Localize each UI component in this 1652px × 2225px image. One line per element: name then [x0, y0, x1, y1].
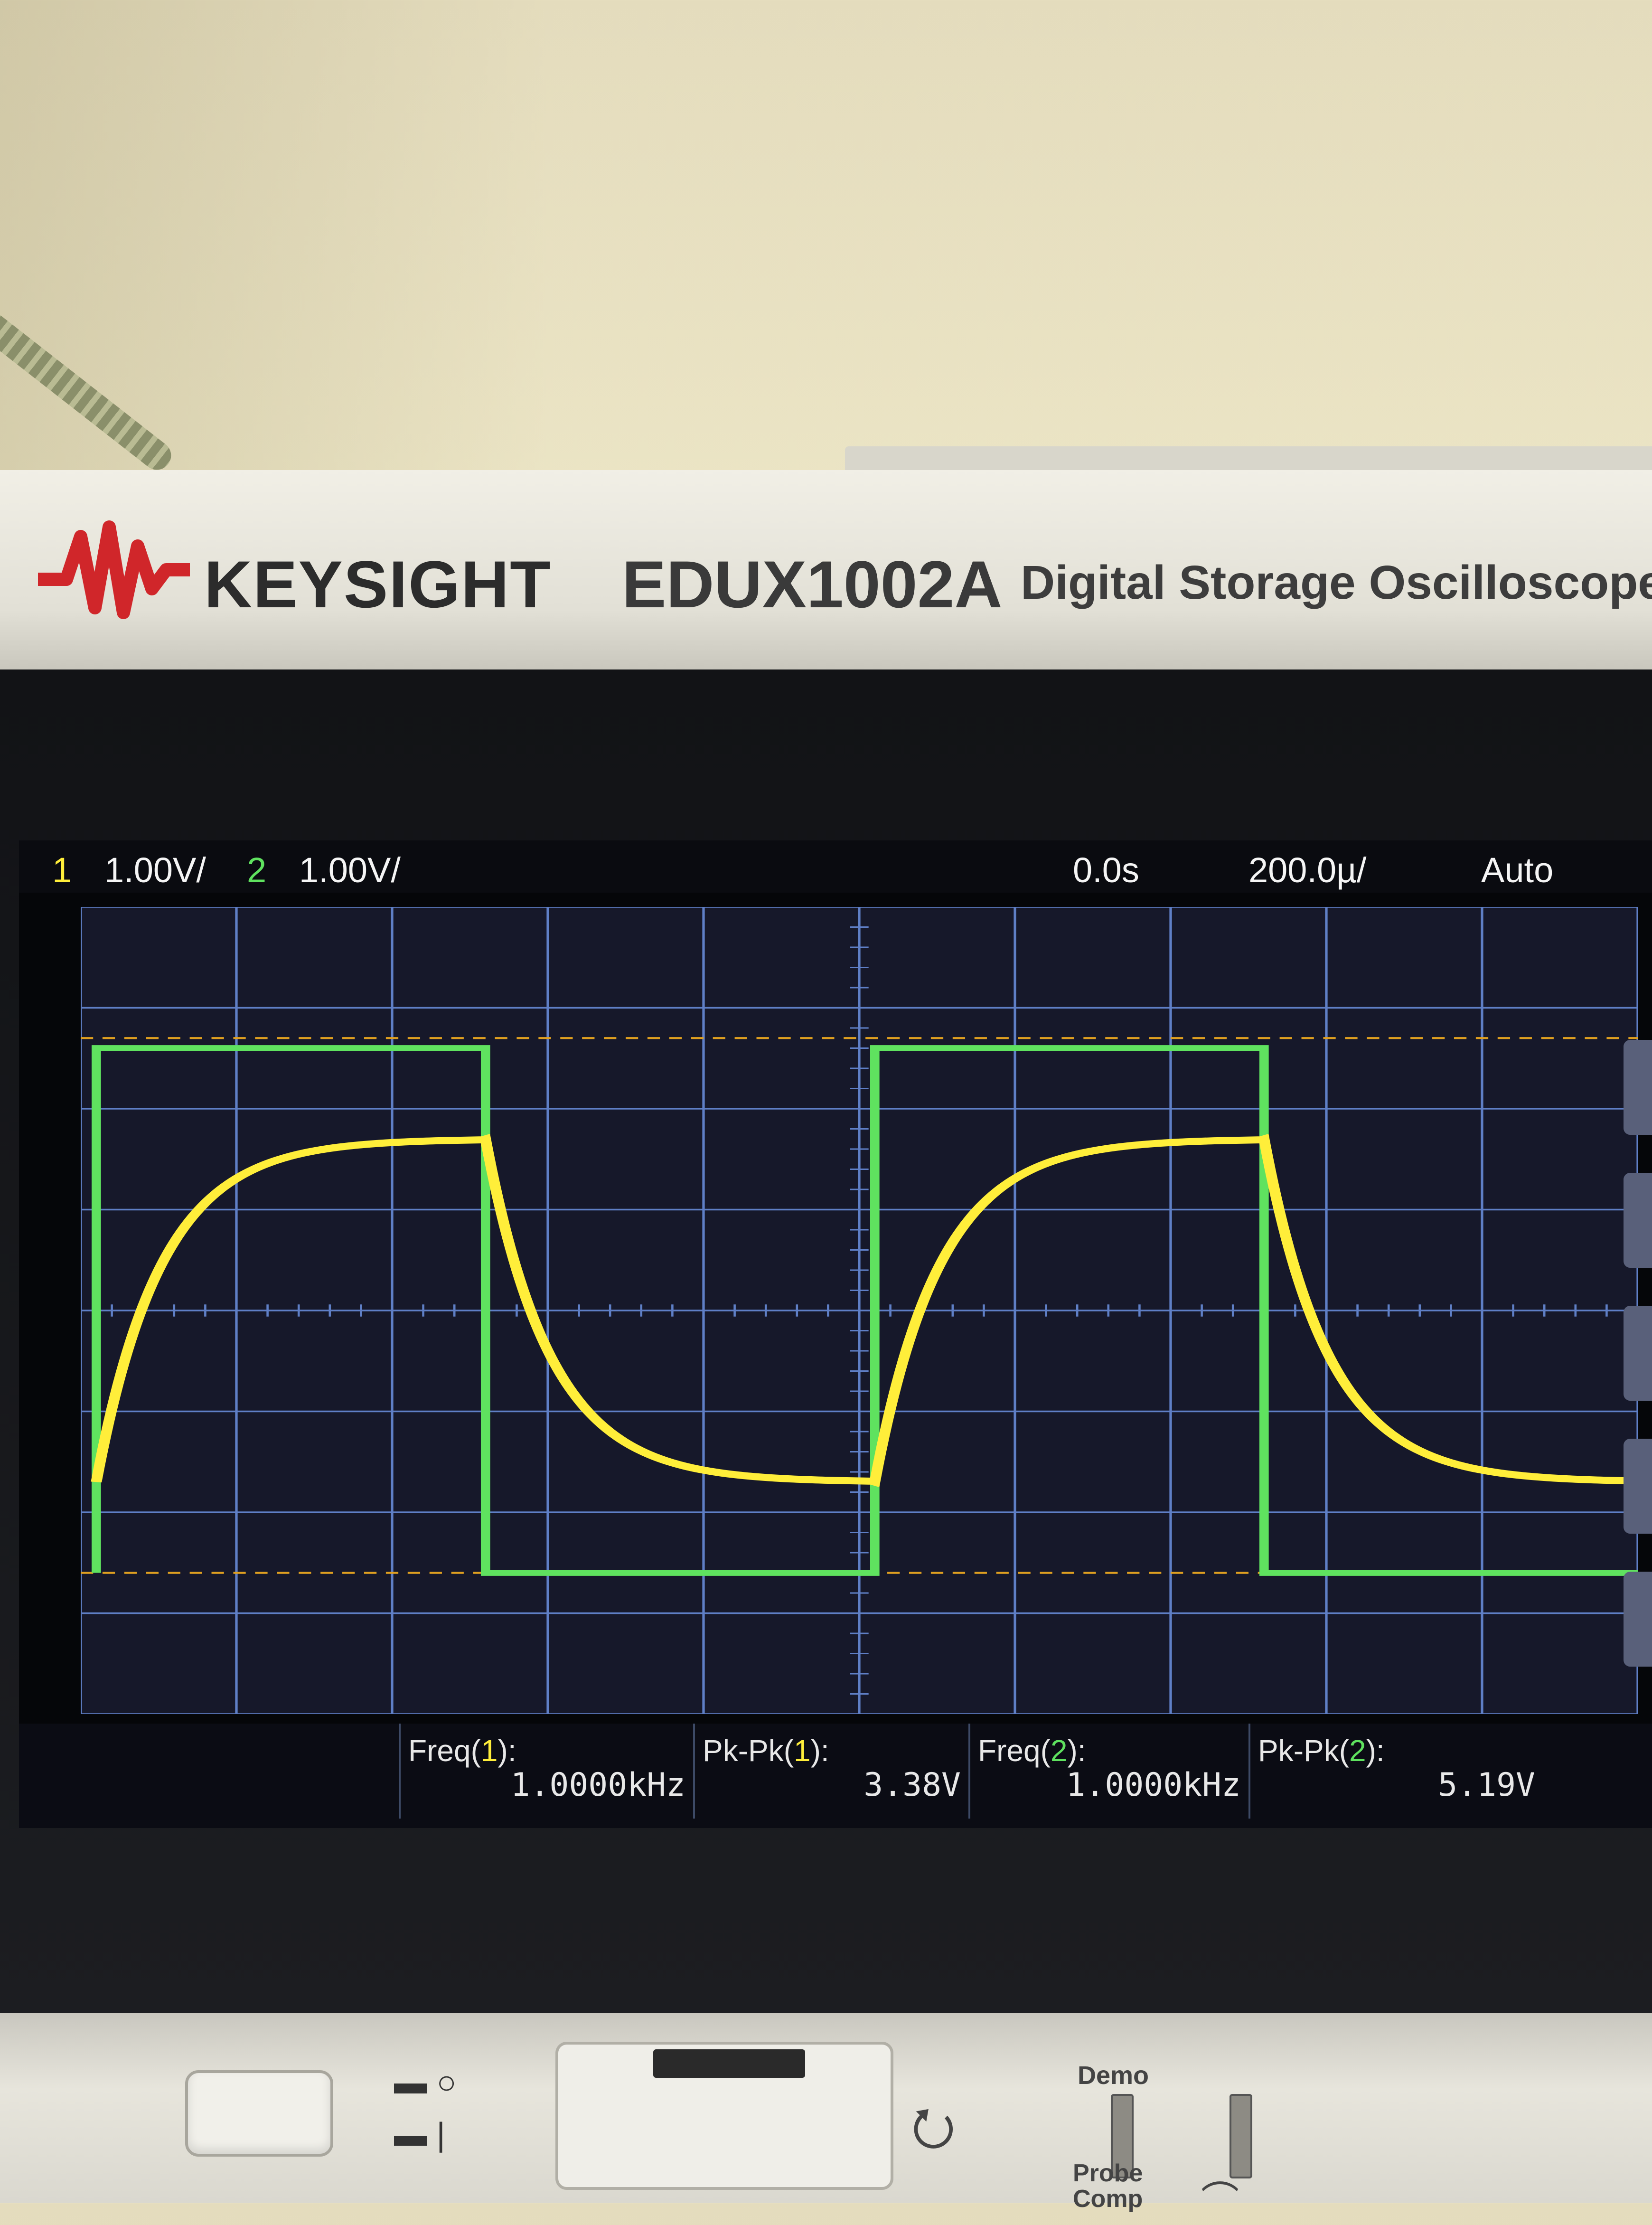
time-offset[interactable]: 0.0s — [1073, 850, 1139, 890]
meas-channel: 1 — [480, 1734, 498, 1768]
softkey-1[interactable] — [1624, 1040, 1652, 1135]
meas-label-end: ): — [1366, 1734, 1385, 1768]
meas-label: Pk-Pk( — [1258, 1734, 1349, 1768]
status-bar: 1 1.00V/ 2 1.00V/ 0.0s 200.0µ/ Auto — [19, 840, 1652, 893]
meas-freq-1[interactable]: Freq(1): 1.0000kHz — [399, 1724, 695, 1819]
ch2-scale[interactable]: 1.00V/ — [299, 850, 401, 890]
softkey-2[interactable] — [1624, 1173, 1652, 1268]
meas-pkpk-1[interactable]: Pk-Pk(1): 3.38V — [693, 1724, 970, 1819]
brand-name: KEYSIGHT — [204, 547, 552, 622]
softkey-3[interactable] — [1624, 1306, 1652, 1401]
meas-value: 1.0000kHz — [1066, 1766, 1241, 1804]
waveform-graticule — [81, 907, 1638, 1714]
meas-channel: 2 — [1050, 1734, 1068, 1768]
front-panel: ▬ ○ ▬ | ⭮ Demo Probe Comp ⌒ — [0, 2013, 1652, 2222]
power-standby-icon: ▬ ○ — [394, 2064, 457, 2101]
oscilloscope: KEYSIGHT EDUX1002A Digital Storage Oscil… — [0, 470, 1652, 2222]
keysight-wave-logo — [38, 520, 190, 619]
trigger-mode[interactable]: Auto — [1481, 850, 1553, 890]
ch1-number[interactable]: 1 — [52, 850, 72, 890]
meas-channel: 2 — [1349, 1734, 1366, 1768]
meas-value: 1.0000kHz — [510, 1766, 685, 1804]
product-description: Digital Storage Oscilloscope — [1021, 556, 1652, 609]
usb-port[interactable] — [555, 2042, 893, 2190]
meas-label: Freq( — [408, 1734, 481, 1768]
scope-display: 1 1.00V/ 2 1.00V/ 0.0s 200.0µ/ Auto Freq… — [19, 840, 1652, 1828]
meas-label: Pk-Pk( — [703, 1734, 794, 1768]
meas-value: 3.38V — [864, 1766, 961, 1804]
probe-label-line1: Probe — [1073, 2159, 1143, 2187]
demo-label: Demo — [1078, 2061, 1149, 2090]
probe-comp-label: Probe Comp — [1073, 2160, 1143, 2212]
power-on-icon: ▬ | — [394, 2116, 445, 2153]
meas-label-end: ): — [810, 1734, 829, 1768]
meas-label-end: ): — [497, 1734, 516, 1768]
softkey-4[interactable] — [1624, 1439, 1652, 1534]
ch1-scale[interactable]: 1.00V/ — [104, 850, 206, 890]
measurement-bar: Freq(1): 1.0000kHz Pk-Pk(1): 3.38V Freq(… — [19, 1724, 1652, 1828]
softkey-5[interactable] — [1624, 1572, 1652, 1667]
meas-freq-2[interactable]: Freq(2): 1.0000kHz — [968, 1724, 1250, 1819]
meas-channel: 1 — [794, 1734, 811, 1768]
usb-icon: ⭮ — [911, 2098, 956, 2156]
square-wave-icon: ⌒ — [1201, 2179, 1239, 2222]
usb-slot — [653, 2049, 805, 2078]
meas-pkpk-2[interactable]: Pk-Pk(2): 5.19V — [1248, 1724, 1545, 1819]
ch2-number[interactable]: 2 — [247, 850, 266, 890]
ground-terminal[interactable] — [1230, 2094, 1252, 2178]
model-number: EDUX1002A — [622, 547, 1003, 622]
power-button[interactable] — [185, 2070, 333, 2157]
softkey-column — [1624, 1040, 1652, 1895]
power-indicator-icons: ▬ ○ ▬ | — [394, 2056, 457, 2160]
time-scale[interactable]: 200.0µ/ — [1248, 850, 1366, 890]
probe-label-line2: Comp — [1073, 2185, 1143, 2213]
meas-label: Freq( — [978, 1734, 1051, 1768]
meas-value: 5.19V — [1438, 1766, 1535, 1804]
meas-label-end: ): — [1067, 1734, 1086, 1768]
brand-strip: KEYSIGHT EDUX1002A Digital Storage Oscil… — [0, 470, 1652, 678]
waveform-area — [81, 907, 1638, 1714]
